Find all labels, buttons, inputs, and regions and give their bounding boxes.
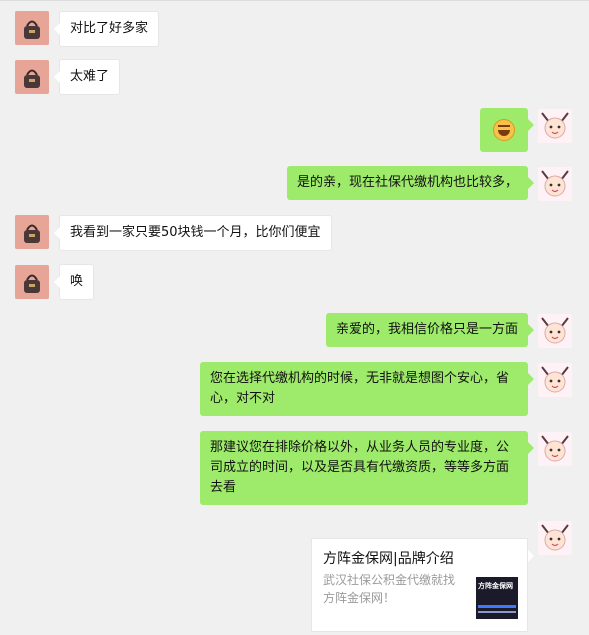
thumbnail-logo-text: 方阵金保网 bbox=[478, 582, 513, 590]
message-bubble-outgoing[interactable] bbox=[480, 108, 534, 152]
cartoon-avatar-icon bbox=[538, 363, 572, 397]
message-bubble-outgoing[interactable]: 是的亲，现在社保代缴机构也比较多， bbox=[286, 166, 535, 200]
link-card-description: 武汉社保公积金代缴就找方阵金保网！ bbox=[323, 573, 456, 605]
cartoon-avatar-icon bbox=[538, 521, 572, 555]
laughing-tears-emoji-icon bbox=[493, 119, 515, 141]
customer-avatar[interactable] bbox=[15, 215, 49, 249]
agent-avatar[interactable] bbox=[538, 521, 572, 555]
agent-avatar[interactable] bbox=[538, 109, 572, 143]
thumbnail-stripe bbox=[478, 605, 516, 608]
message-bubble-outgoing[interactable]: 那建议您在排除价格以外，从业务人员的专业度，公司成立的时间，以及是否具有代缴资质… bbox=[200, 431, 534, 505]
header-divider bbox=[0, 0, 589, 1]
handbag-avatar-icon bbox=[15, 11, 49, 45]
message-text: 您在选择代缴机构的时候，无非就是想图个安心，省心，对不对 bbox=[210, 371, 510, 406]
link-card-thumbnail: 方阵金保网 bbox=[476, 577, 518, 619]
cartoon-avatar-icon bbox=[538, 432, 572, 466]
agent-avatar[interactable] bbox=[538, 363, 572, 397]
handbag-avatar-icon bbox=[15, 215, 49, 249]
link-card-title: 方阵金保网|品牌介绍 bbox=[323, 551, 454, 567]
cartoon-avatar-icon bbox=[538, 109, 572, 143]
agent-avatar[interactable] bbox=[538, 167, 572, 201]
message-text: 是的亲，现在社保代缴机构也比较多， bbox=[296, 175, 518, 190]
agent-avatar[interactable] bbox=[538, 314, 572, 348]
customer-avatar[interactable] bbox=[15, 60, 49, 94]
message-bubble-incoming[interactable]: 我看到一家只要50块钱一个月，比你们便宜 bbox=[54, 215, 332, 251]
message-text: 那建议您在排除价格以外，从业务人员的专业度，公司成立的时间，以及是否具有代缴资质… bbox=[210, 440, 510, 495]
message-text: 对比了好多家 bbox=[70, 21, 149, 36]
thumbnail-stripe bbox=[478, 611, 516, 613]
customer-avatar[interactable] bbox=[15, 265, 49, 299]
message-text: 太难了 bbox=[70, 69, 110, 84]
message-bubble-outgoing[interactable]: 亲爱的，我相信价格只是一方面 bbox=[325, 313, 535, 347]
cartoon-avatar-icon bbox=[538, 167, 572, 201]
message-text: 我看到一家只要50块钱一个月，比你们便宜 bbox=[70, 225, 321, 240]
link-card[interactable]: 方阵金保网|品牌介绍 武汉社保公积金代缴就找方阵金保网！ 方阵金保网 bbox=[311, 538, 534, 632]
handbag-avatar-icon bbox=[15, 265, 49, 299]
message-bubble-outgoing[interactable]: 您在选择代缴机构的时候，无非就是想图个安心，省心，对不对 bbox=[200, 362, 534, 416]
customer-avatar[interactable] bbox=[15, 11, 49, 45]
handbag-avatar-icon bbox=[15, 60, 49, 94]
message-text: 唤 bbox=[70, 274, 84, 289]
agent-avatar[interactable] bbox=[538, 432, 572, 466]
message-bubble-incoming[interactable]: 太难了 bbox=[53, 59, 121, 95]
message-bubble-incoming[interactable]: 对比了好多家 bbox=[53, 11, 160, 47]
message-text: 亲爱的，我相信价格只是一方面 bbox=[335, 322, 518, 337]
cartoon-avatar-icon bbox=[538, 314, 572, 348]
message-bubble-incoming[interactable]: 唤 bbox=[53, 264, 95, 300]
